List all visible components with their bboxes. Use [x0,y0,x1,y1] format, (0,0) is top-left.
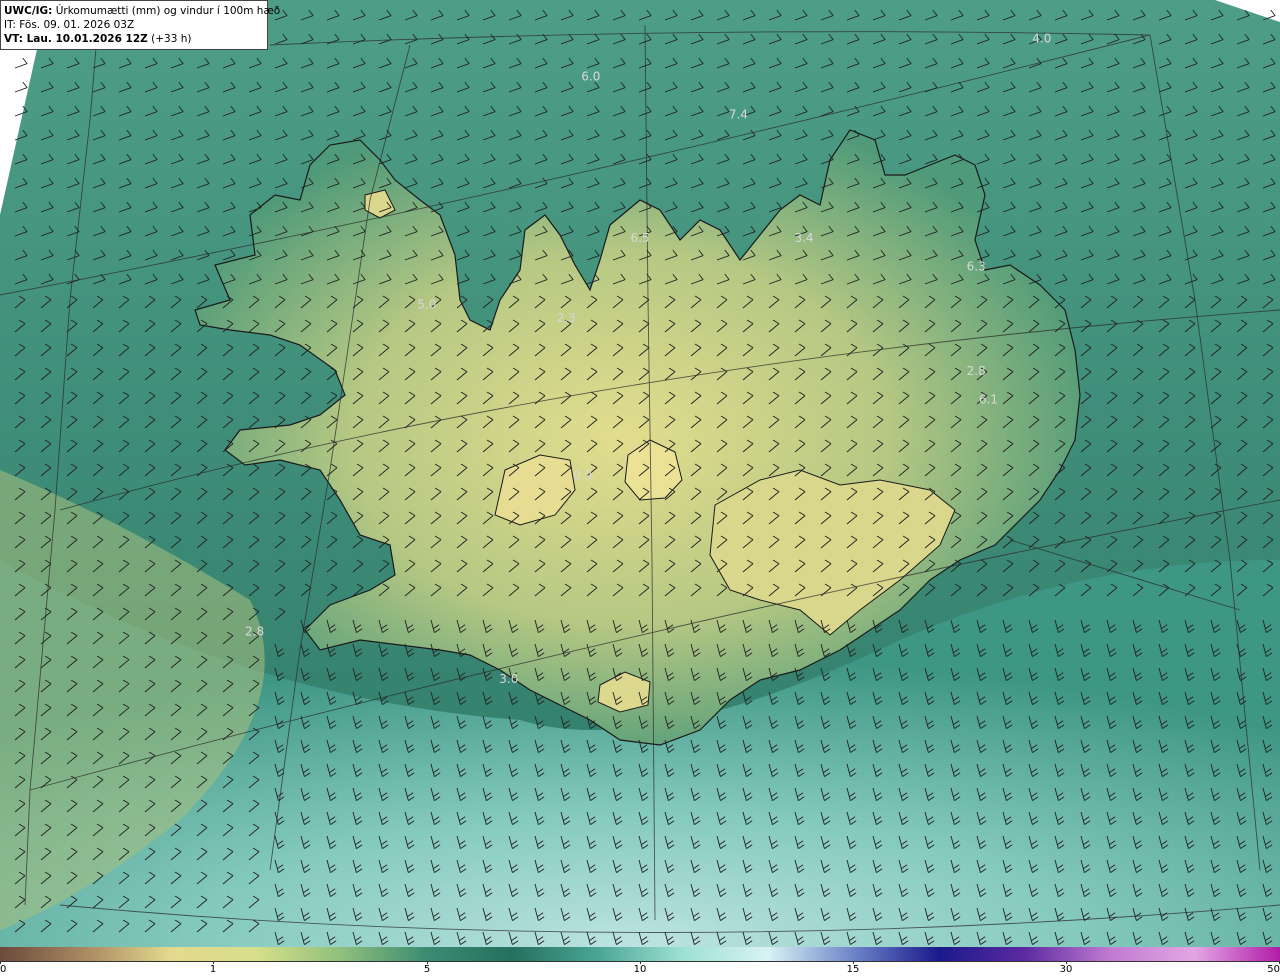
colorbar-tick-label: 30 [1059,964,1073,975]
precip-max-label: 4.0 [1032,32,1051,46]
precip-max-label: 6.3 [967,260,986,274]
colorbar-tick-label: 1 [209,964,217,975]
precip-max-label: 0.9 [573,469,592,483]
precip-max-label: 6.5 [630,231,649,245]
precip-max-label: 6.0 [581,70,600,84]
precip-colorbar: 0 1 5 10 15 30 50 [0,947,1280,978]
weather-map: 6.0 7.4 4.0 6.5 3.4 6.3 5.0 2.3 2.8 6.1 0.9 2.8 3.0 [0,0,1280,947]
precip-max-label: 3.0 [499,672,518,686]
colorbar-tick-label: 5 [423,964,431,975]
map-info-box: UWC/IG: Úrkomumætti (mm) og vindur í 100… [0,0,280,50]
initial-time: IT: Fös. 09. 01. 2026 03Z [4,19,135,31]
precip-max-label: 6.1 [979,393,998,407]
colorbar-tick-label: 0 [0,964,7,975]
precip-max-label: 2.8 [245,624,264,638]
precip-max-label: 2.8 [967,364,986,378]
precip-max-label: 7.4 [729,108,748,122]
colorbar-tick-label: 10 [633,964,647,975]
valid-time: VT: Lau. 10.01.2026 12Z [4,33,148,45]
model-name: UWC/IG: [4,5,53,17]
precip-max-label: 2.3 [557,311,576,325]
colorbar-strip [0,947,1280,962]
colorbar-tick-label: 50 [1267,964,1280,975]
forecast-offset: (+33 h) [151,33,192,45]
precip-max-label: 3.4 [794,231,813,245]
field-description: Úrkomumætti (mm) og vindur í 100m hæð [55,5,281,17]
colorbar-tick-label: 15 [846,964,860,975]
precip-max-label: 5.0 [417,298,436,312]
